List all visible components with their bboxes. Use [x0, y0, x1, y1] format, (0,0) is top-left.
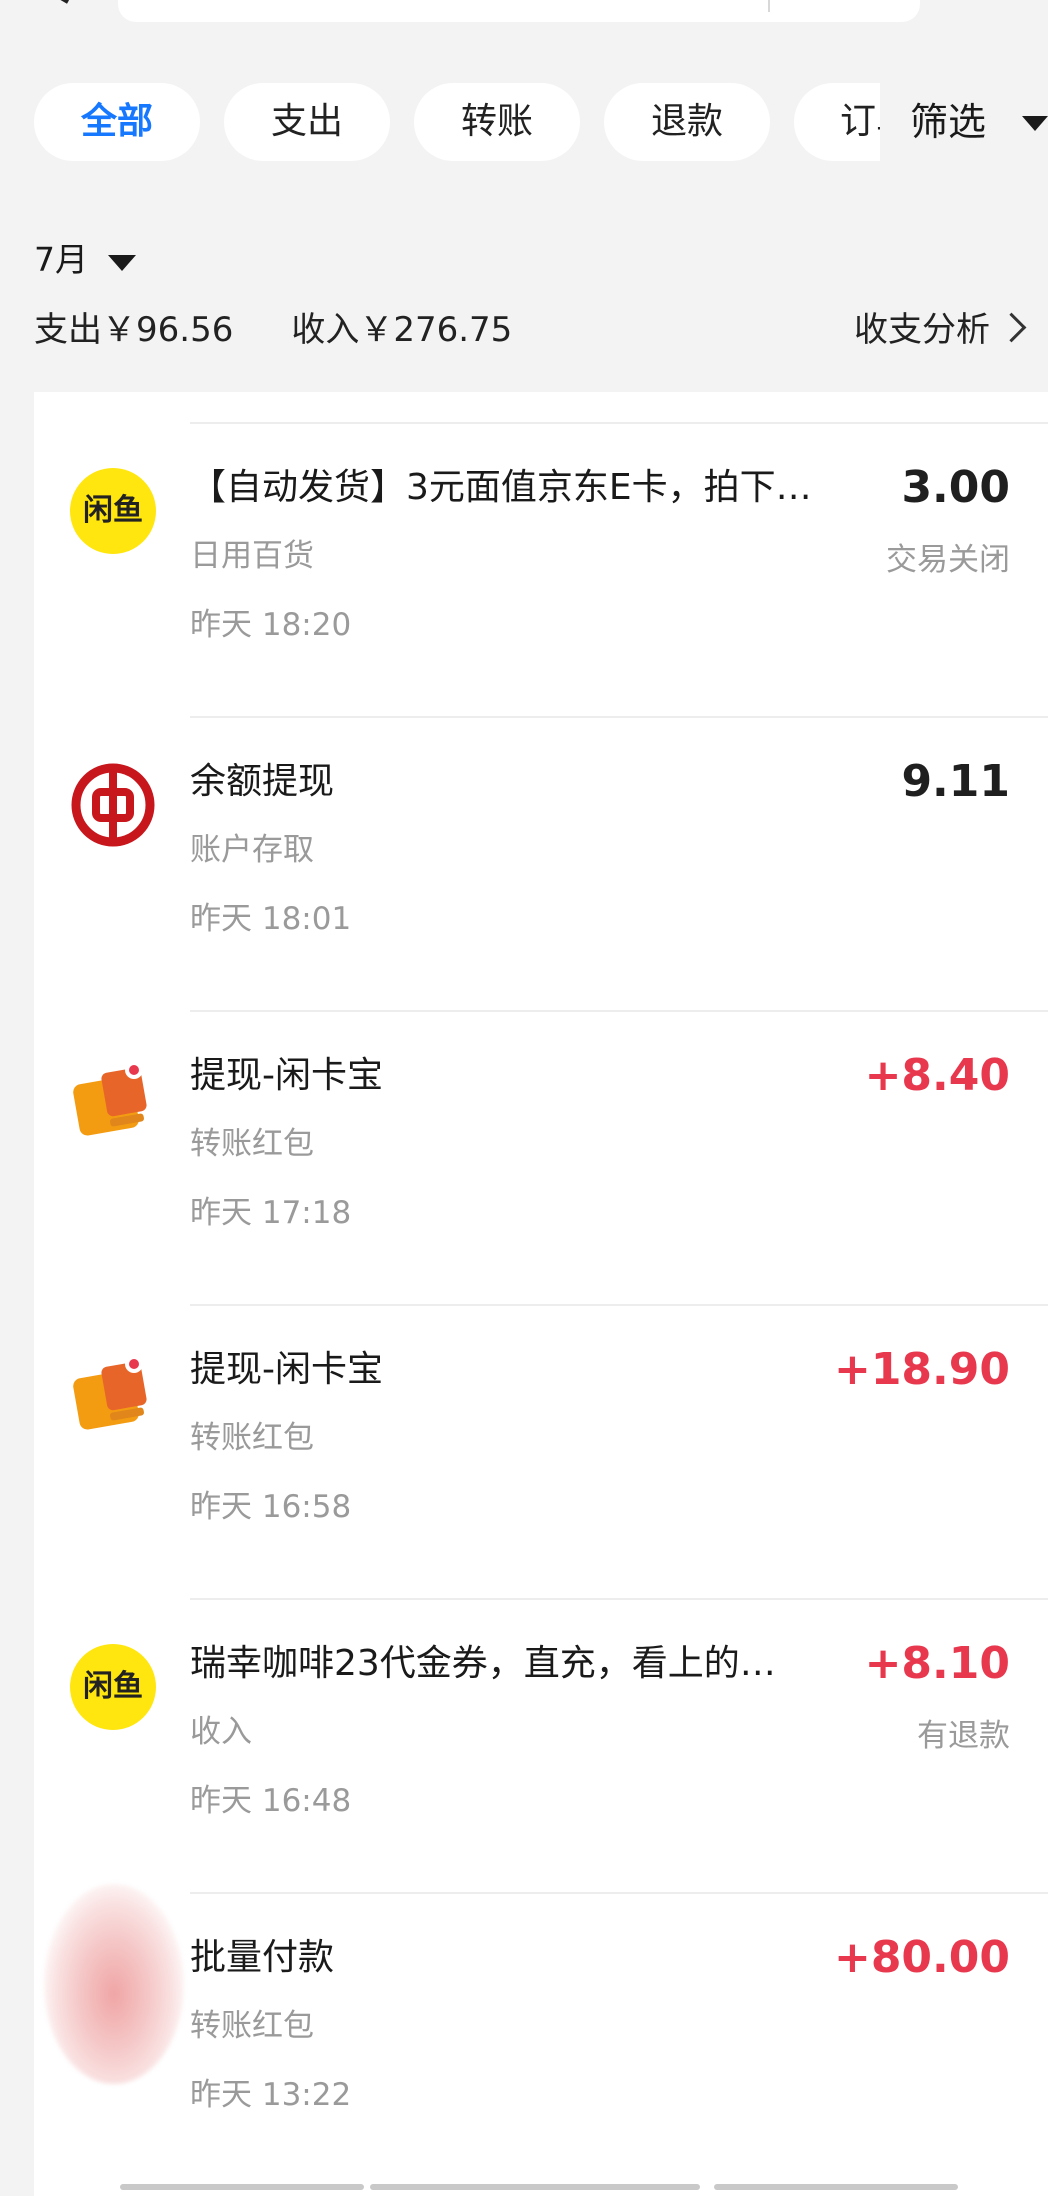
- transaction-category: 转账红包: [190, 2008, 314, 2044]
- transaction-amount: +8.40: [864, 1050, 1010, 1101]
- transaction-amount: 9.11: [901, 756, 1010, 807]
- bank-of-china-logo-icon: [71, 763, 155, 847]
- xianyu-logo-text: 闲鱼: [83, 1669, 143, 1704]
- tab-all[interactable]: 全部: [34, 83, 200, 161]
- transaction-amount: +80.00: [833, 1932, 1010, 1983]
- transaction-category: 转账红包: [190, 1126, 314, 1162]
- transaction-amount: +8.10: [864, 1638, 1010, 1689]
- transaction-category: 账户存取: [190, 832, 314, 868]
- transaction-category: 日用百货: [190, 538, 314, 574]
- transaction-title: 提现-闲卡宝: [190, 1349, 383, 1390]
- transaction-row[interactable]: 提现-闲卡宝 转账红包 昨天 16:58 +18.90: [34, 1306, 1048, 1600]
- transaction-title: 余额提现: [190, 761, 335, 802]
- month-selector[interactable]: 7月: [34, 240, 88, 280]
- scrollbar-segment: [120, 2184, 364, 2190]
- tab-transfer[interactable]: 转账: [414, 83, 580, 161]
- wallet-icon: [73, 1061, 147, 1136]
- transaction-status: 有退款: [917, 1718, 1010, 1754]
- tab-expense[interactable]: 支出: [224, 83, 390, 161]
- transaction-row[interactable]: 提现-闲卡宝 转账红包 昨天 17:18 +8.40: [34, 1012, 1048, 1306]
- xianyu-logo-icon: 闲鱼: [70, 468, 156, 554]
- caret-down-icon: [1022, 116, 1048, 131]
- xianyu-logo-text: 闲鱼: [83, 493, 143, 528]
- back-arrow-icon[interactable]: [52, 0, 74, 4]
- income-total: 收入￥276.75: [291, 310, 513, 350]
- wallet-icon: [73, 1355, 147, 1430]
- month-caret-down-icon[interactable]: [108, 255, 136, 271]
- tab-refund[interactable]: 退款: [604, 83, 770, 161]
- transaction-list: 闲鱼 【自动发货】3元面值京东E卡，拍下… 日用百货 昨天 18:20 3.00…: [34, 392, 1048, 2196]
- transaction-time: 昨天 16:58: [190, 1489, 352, 1525]
- analysis-link[interactable]: 收支分析: [854, 310, 990, 350]
- month-summary: 支出￥96.56 收入￥276.75: [34, 310, 512, 350]
- transaction-time: 昨天 16:48: [190, 1783, 352, 1819]
- transaction-title: 【自动发货】3元面值京东E卡，拍下…: [190, 467, 812, 508]
- blurred-avatar-icon: [44, 1884, 184, 2084]
- transaction-category: 收入: [190, 1714, 252, 1750]
- xianyu-logo-icon: 闲鱼: [70, 1644, 156, 1730]
- search-input[interactable]: [118, 0, 920, 22]
- scrollbar-segment: [714, 2184, 958, 2190]
- transaction-row[interactable]: 闲鱼 【自动发货】3元面值京东E卡，拍下… 日用百货 昨天 18:20 3.00…: [34, 424, 1048, 718]
- transaction-time: 昨天 13:22: [190, 2077, 352, 2113]
- scrollbar-segment: [370, 2184, 700, 2190]
- transaction-time: 昨天 18:01: [190, 901, 352, 937]
- transaction-category: 转账红包: [190, 1420, 314, 1456]
- transaction-title: 批量付款: [190, 1937, 335, 1978]
- transaction-row[interactable]: 批量付款 转账红包 昨天 13:22 +80.00: [34, 1884, 1048, 2188]
- transaction-row[interactable]: 余额提现 账户存取 昨天 18:01 9.11: [34, 718, 1048, 1012]
- chevron-right-icon[interactable]: [996, 312, 1027, 343]
- transaction-amount: 3.00: [901, 462, 1010, 513]
- transaction-time: 昨天 17:18: [190, 1195, 352, 1231]
- transaction-status: 交易关闭: [886, 542, 1010, 578]
- transaction-title: 提现-闲卡宝: [190, 1055, 383, 1096]
- top-bar: [0, 0, 1048, 40]
- transaction-time: 昨天 18:20: [190, 607, 352, 643]
- transaction-amount: +18.90: [833, 1344, 1010, 1395]
- transaction-title: 瑞幸咖啡23代金券，直充，看上的…: [190, 1643, 776, 1684]
- filter-button[interactable]: 筛选: [880, 83, 1048, 161]
- horizontal-scrollbar: [120, 2184, 960, 2190]
- filter-label: 筛选: [910, 100, 987, 144]
- transaction-row[interactable]: 闲鱼 瑞幸咖啡23代金券，直充，看上的… 收入 昨天 16:48 +8.10 有…: [34, 1600, 1048, 1894]
- expense-total: 支出￥96.56: [34, 310, 234, 350]
- search-divider: [768, 0, 770, 12]
